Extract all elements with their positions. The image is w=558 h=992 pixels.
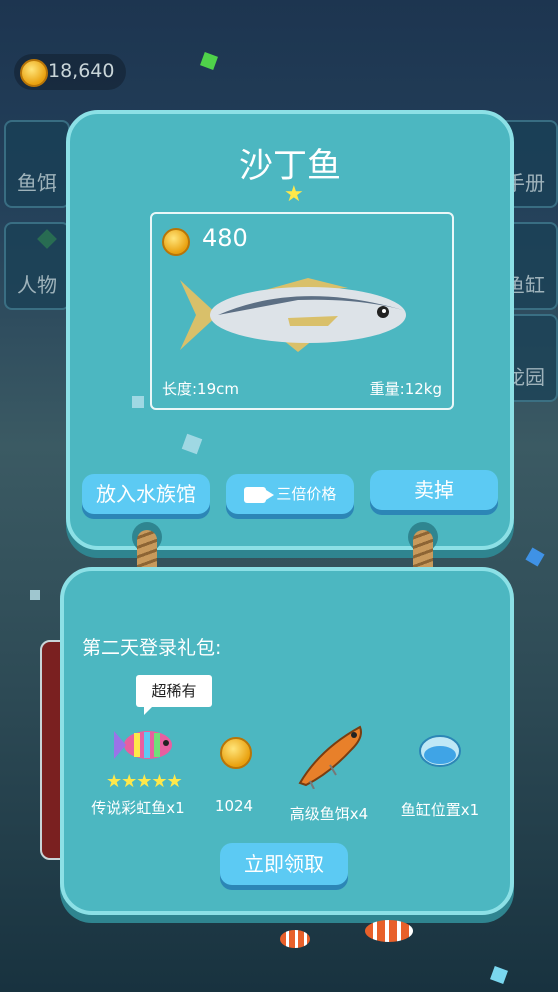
reward-bait: 高级鱼饵x4	[274, 719, 384, 829]
coin-balance: 18,640	[14, 54, 126, 90]
reward-rainbow-fish: ★★★★★ 传说彩虹鱼x1	[76, 725, 200, 825]
coin-icon	[220, 737, 252, 769]
reward-tank-slot: 鱼缸位置x1	[380, 731, 500, 831]
reward-label: 鱼缸位置x1	[400, 801, 480, 819]
side-button-bait[interactable]: 鱼饵	[4, 120, 70, 208]
fish-name: 沙丁鱼	[239, 146, 341, 186]
video-icon	[243, 486, 274, 503]
side-button-character[interactable]: 人物	[4, 222, 70, 310]
confetti	[490, 966, 508, 984]
confetti	[181, 433, 203, 455]
claim-now-button[interactable]: 立即领取	[220, 843, 348, 885]
rainbow-fish-icon	[114, 731, 172, 759]
fish-price: 480	[202, 224, 248, 252]
gift-title: 第二天登录礼包:	[82, 637, 222, 659]
lure-bait-icon	[298, 725, 362, 789]
fish-length: 长度:19cm	[162, 380, 239, 398]
aquarium-button[interactable]: 放入水族馆	[82, 474, 210, 514]
rarity-stars: ★★★★★	[106, 771, 183, 792]
reward-label: 高级鱼饵x4	[289, 805, 369, 823]
sardine-fish-image	[180, 278, 406, 352]
confetti	[200, 52, 218, 70]
reward-label: 1024	[214, 797, 254, 815]
coin-amount: 18,640	[48, 60, 115, 82]
reward-coins: 1024	[204, 731, 264, 831]
rarity-tooltip: 超稀有	[136, 675, 212, 715]
clownfish-decoration	[365, 920, 413, 942]
confetti	[525, 547, 545, 567]
login-gift-card: 第二天登录礼包: 超稀有 ★★★★★ 传说彩虹鱼x1 1024 高级鱼饵x4 鱼…	[60, 567, 514, 915]
coin-icon	[162, 228, 190, 256]
rarity-star-icon: ★	[284, 182, 304, 207]
triple-price-button[interactable]: 三倍价格	[226, 474, 354, 514]
reward-label: 传说彩虹鱼x1	[91, 799, 185, 817]
coin-icon	[20, 59, 48, 87]
confetti	[132, 396, 144, 408]
side-label: 鱼饵	[17, 171, 57, 195]
side-label: 人物	[17, 273, 57, 297]
sell-button[interactable]: 卖掉	[370, 470, 498, 510]
fish-caught-card: 沙丁鱼 ★ 480 长度:19cm 重量:12kg 放入水族馆 三倍价格 卖掉	[66, 110, 514, 550]
fish-weight: 重量:12kg	[369, 380, 442, 398]
clownfish-decoration	[280, 930, 310, 948]
fish-info-box: 480 长度:19cm 重量:12kg	[150, 212, 454, 410]
confetti	[30, 590, 40, 600]
triple-price-label: 三倍价格	[276, 485, 337, 503]
fish-tank-icon	[419, 735, 461, 767]
